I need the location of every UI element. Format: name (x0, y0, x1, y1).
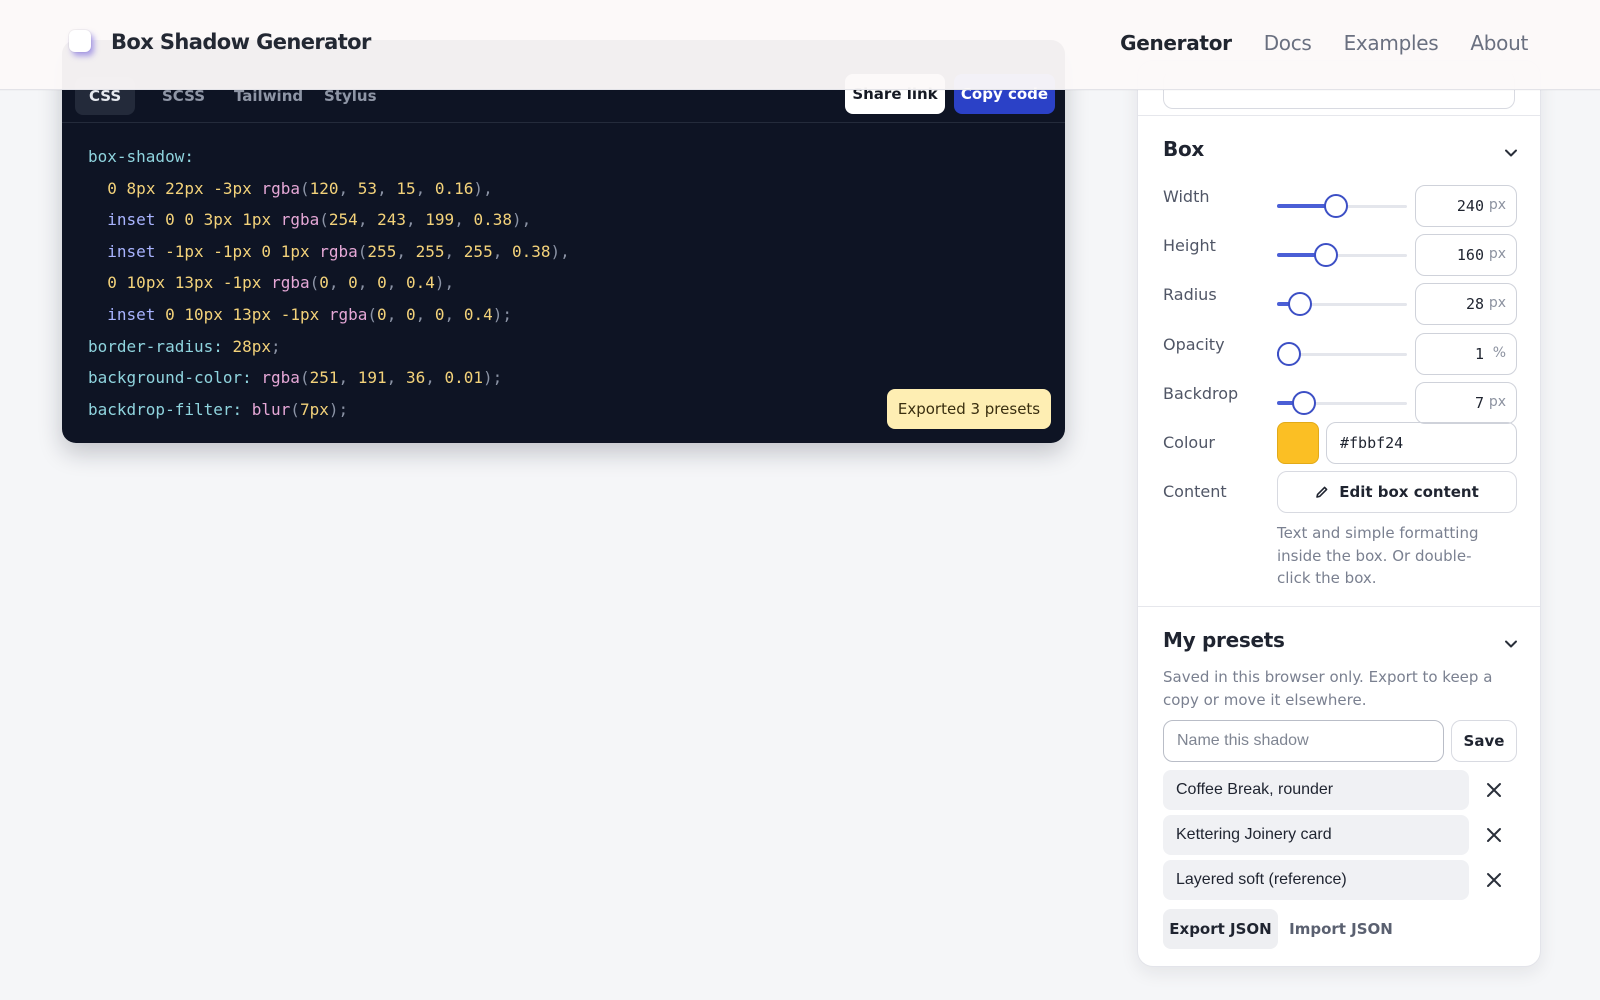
slider-thumb[interactable] (1288, 292, 1313, 316)
radius-value: 28 (1465, 295, 1484, 313)
width-slider[interactable] (1277, 194, 1407, 218)
logo-icon[interactable] (69, 30, 91, 52)
code-line: 0 10px 13px -1px rgba(0, 0, 0, 0.4), (107, 273, 455, 293)
width-label: Width (1163, 187, 1210, 206)
code-line: inset 0 0 3px 1px rgba(254, 243, 199, 0.… (107, 210, 532, 230)
colour-label: Colour (1163, 433, 1215, 452)
preset-item[interactable]: Layered soft (reference) (1163, 860, 1469, 900)
radius-slider[interactable] (1277, 292, 1407, 316)
settings-panel: Box Width 240 px Height 160 px Radius 28… (1137, 60, 1541, 967)
height-label: Height (1163, 236, 1216, 255)
css-code-block[interactable]: box-shadow: 0 8px 22px -3px rgba(120, 53… (88, 141, 570, 425)
chevron-down-icon[interactable] (1504, 146, 1518, 160)
presets-help-text: Saved in this browser only. Export to ke… (1163, 668, 1493, 709)
slider-thumb[interactable] (1277, 342, 1301, 366)
pencil-icon (1316, 486, 1328, 498)
presets-section-title: My presets (1163, 628, 1285, 652)
code-line: inset 0 10px 13px -1px rgba(0, 0, 0, 0.4… (107, 304, 512, 324)
height-unit: px (1488, 246, 1506, 262)
export-toast: Exported 3 presets (887, 389, 1051, 429)
radius-label: Radius (1163, 285, 1217, 304)
slider-thumb[interactable] (1314, 243, 1339, 267)
width-value: 240 (1456, 197, 1484, 215)
slider-thumb[interactable] (1292, 391, 1317, 415)
code-line: box-shadow: (88, 147, 194, 166)
edit-box-content-label: Edit box content (1339, 483, 1479, 501)
nav-docs[interactable]: Docs (1264, 31, 1312, 55)
content-help-text: Text and simple formatting inside the bo… (1277, 524, 1479, 587)
brand-title[interactable]: Box Shadow Generator (111, 30, 371, 54)
width-unit: px (1488, 197, 1506, 213)
radius-input[interactable]: 28 px (1415, 283, 1517, 325)
code-line: border-radius: 28px; (88, 336, 281, 356)
radius-unit: px (1488, 295, 1506, 311)
opacity-label: Opacity (1163, 335, 1225, 354)
opacity-value: 1 (1474, 345, 1484, 363)
import-json-button[interactable]: Import JSON (1286, 909, 1396, 949)
box-section-title: Box (1163, 137, 1204, 161)
nav-about[interactable]: About (1470, 31, 1528, 55)
code-line: backdrop-filter: blur(7px); (88, 399, 349, 419)
opacity-unit: % (1492, 345, 1506, 361)
slider-thumb[interactable] (1323, 194, 1348, 218)
code-line: 0 8px 22px -3px rgba(120, 53, 15, 0.16), (107, 178, 493, 198)
chevron-down-icon[interactable] (1504, 637, 1518, 651)
preset-item[interactable]: Kettering Joinery card (1163, 815, 1469, 855)
opacity-slider[interactable] (1277, 342, 1407, 366)
edit-box-content-button[interactable]: Edit box content (1277, 471, 1517, 513)
preset-name-input[interactable] (1163, 720, 1444, 762)
height-value: 160 (1456, 246, 1484, 264)
save-preset-button[interactable]: Save (1451, 720, 1517, 762)
close-icon[interactable] (1484, 780, 1504, 800)
height-input[interactable]: 160 px (1415, 234, 1517, 276)
backdrop-value: 7 (1474, 394, 1484, 412)
app-header: Box Shadow Generator Generator Docs Exam… (0, 0, 1600, 90)
section-divider (1138, 606, 1540, 607)
main-nav: Generator Docs Examples About (1120, 31, 1528, 55)
content-label: Content (1163, 482, 1227, 501)
nav-examples[interactable]: Examples (1344, 31, 1439, 55)
backdrop-label: Backdrop (1163, 384, 1239, 403)
code-line: inset -1px -1px 0 1px rgba(255, 255, 255… (107, 241, 570, 261)
nav-generator[interactable]: Generator (1120, 31, 1232, 55)
close-icon[interactable] (1484, 870, 1504, 890)
backdrop-slider[interactable] (1277, 391, 1407, 415)
code-line: background-color: rgba(251, 191, 36, 0.0… (88, 368, 503, 388)
colour-swatch[interactable] (1277, 422, 1319, 464)
height-slider[interactable] (1277, 243, 1407, 267)
backdrop-input[interactable]: 7 px (1415, 382, 1517, 424)
backdrop-unit: px (1488, 394, 1506, 410)
export-json-button[interactable]: Export JSON (1163, 909, 1278, 949)
preset-item[interactable]: Coffee Break, rounder (1163, 770, 1469, 810)
section-divider (1138, 115, 1540, 116)
code-output-panel: CSS SCSS Tailwind Stylus Share link Copy… (62, 40, 1065, 443)
width-input[interactable]: 240 px (1415, 185, 1517, 227)
close-icon[interactable] (1484, 825, 1504, 845)
colour-hex-input[interactable]: #fbbf24 (1326, 422, 1517, 464)
opacity-input[interactable]: 1 % (1415, 333, 1517, 375)
